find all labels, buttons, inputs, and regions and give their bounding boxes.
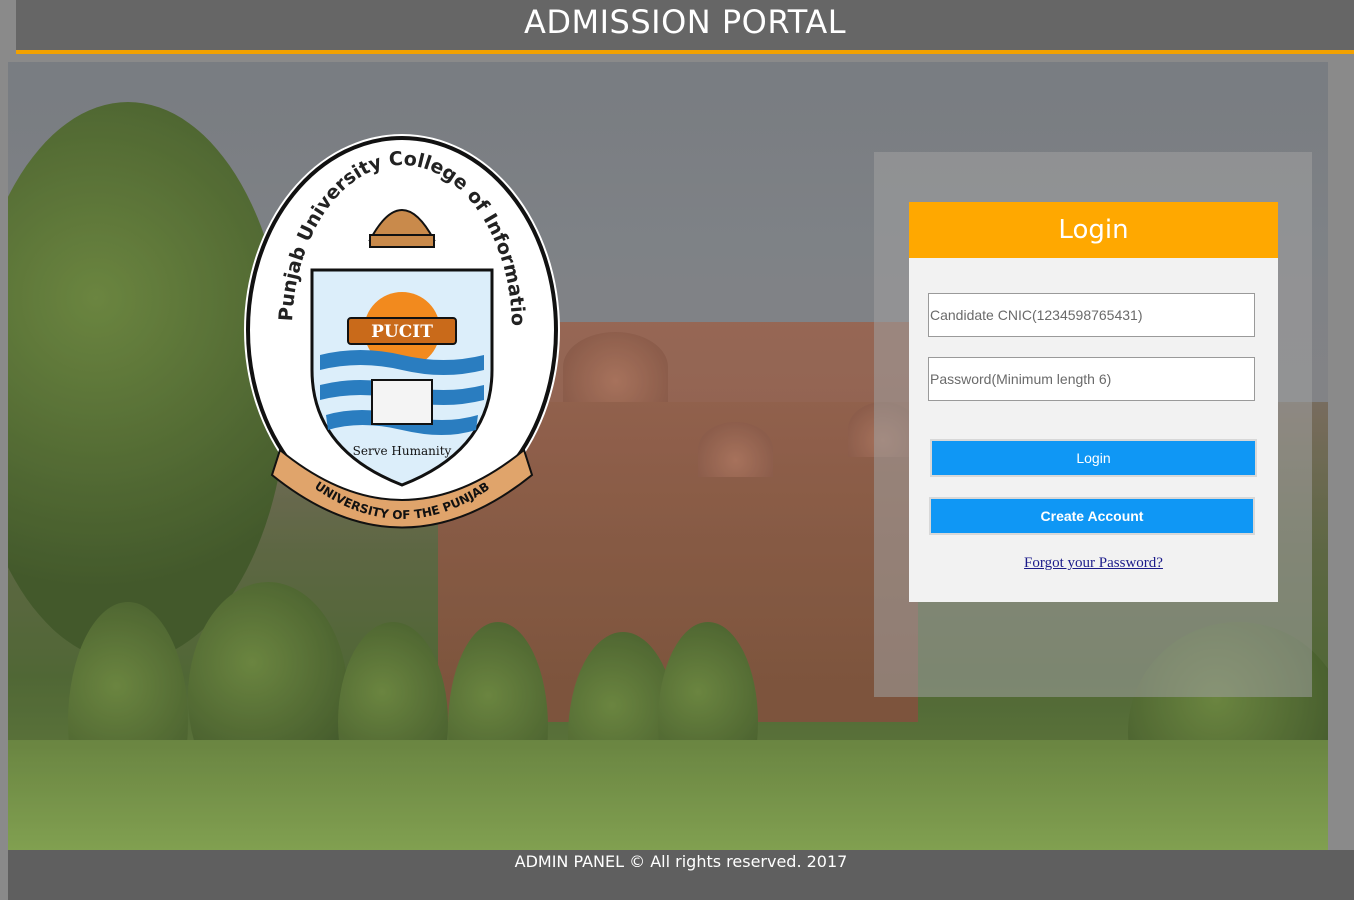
login-title: Login xyxy=(1058,215,1129,245)
cnic-input[interactable] xyxy=(928,293,1255,337)
top-header: ADMISSION PORTAL xyxy=(16,0,1354,54)
footer-copyright: ADMIN PANEL © All rights reserved. 2017 xyxy=(514,852,848,871)
crest-text: PUCIT xyxy=(371,322,433,342)
password-input[interactable] xyxy=(928,357,1255,401)
login-button[interactable]: Login xyxy=(930,439,1257,477)
create-account-button[interactable]: Create Account xyxy=(929,497,1255,535)
login-form: Login Login Create Account Forgot your P… xyxy=(909,202,1278,602)
page-title: ADMISSION PORTAL xyxy=(523,3,847,41)
pucit-logo: Punjab University College of Information… xyxy=(240,130,560,529)
logo-motto: Serve Humanity xyxy=(353,444,452,458)
forgot-password-link[interactable]: Forgot your Password? xyxy=(909,555,1278,572)
login-header: Login xyxy=(909,202,1278,258)
footer: ADMIN PANEL © All rights reserved. 2017 xyxy=(8,850,1354,900)
